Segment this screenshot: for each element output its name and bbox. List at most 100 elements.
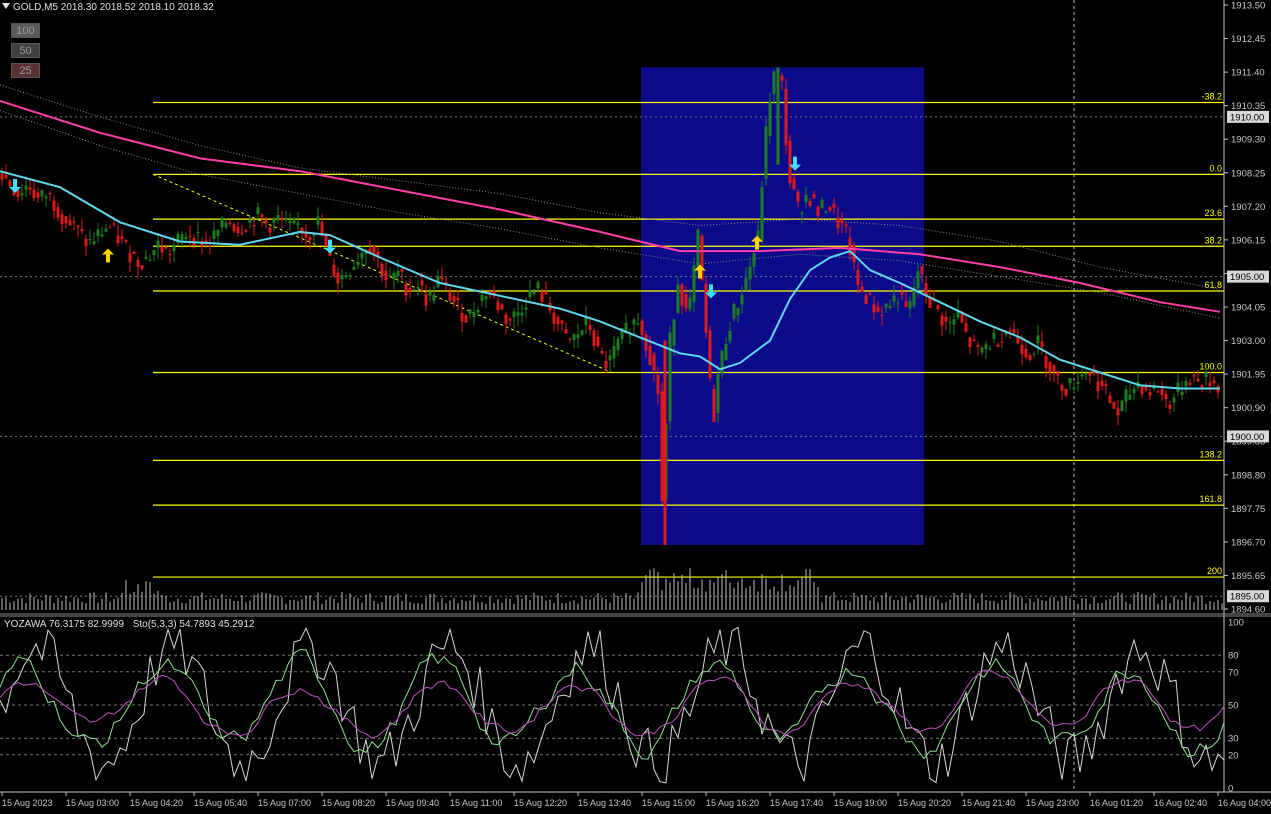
candle-bull — [1080, 374, 1084, 377]
candle-bull — [676, 284, 680, 313]
candle-bear — [128, 253, 132, 263]
candle-bull — [1132, 388, 1136, 394]
candle-bull — [520, 312, 524, 316]
candle-bear — [812, 194, 816, 199]
candle-bull — [716, 374, 720, 414]
candle-bull — [272, 218, 276, 223]
candle-bear — [500, 304, 504, 310]
candle-bear — [228, 223, 232, 225]
candle-bull — [888, 305, 892, 308]
candle-bull — [276, 215, 280, 220]
candle-bear — [868, 292, 872, 295]
candle-bear — [904, 301, 908, 307]
candle-bull — [752, 253, 756, 267]
candle-bull — [908, 300, 912, 309]
candle-bear — [596, 336, 600, 347]
candle-bull — [212, 230, 216, 239]
candle-bull — [100, 234, 104, 237]
candle-bull — [1172, 397, 1176, 403]
price-marker-label: 1910.00 — [1230, 112, 1264, 123]
candle-bear — [604, 360, 608, 369]
candle-bull — [1124, 389, 1128, 402]
candle-bear — [508, 318, 512, 321]
time-tick-label: 15 Aug 07:00 — [258, 798, 311, 808]
candle-bull — [340, 274, 344, 280]
candle-bull — [20, 193, 24, 196]
candle-bear — [448, 292, 452, 301]
candle-bull — [1128, 394, 1132, 400]
candle-bull — [104, 228, 108, 232]
candle-bear — [260, 214, 264, 218]
price-marker-label: 1905.00 — [1230, 272, 1264, 283]
candle-bear — [8, 180, 12, 187]
candle-bear — [208, 245, 212, 247]
candle-bear — [240, 232, 244, 234]
candle-bull — [428, 292, 432, 296]
price-tick-label: 1897.75 — [1231, 504, 1265, 515]
price-tick-label: 1911.40 — [1231, 68, 1265, 79]
oscillator-level-label: 0 — [1228, 784, 1233, 795]
price-marker-label: 1895.00 — [1230, 592, 1264, 603]
candle-bear — [996, 344, 1000, 347]
candle-bull — [432, 294, 436, 301]
price-tick-label: 1910.35 — [1231, 101, 1265, 112]
candle-bull — [1072, 387, 1076, 390]
candle-bear — [1052, 365, 1056, 372]
candle-bull — [172, 245, 176, 251]
candle-bear — [76, 225, 80, 227]
price-tick-label: 1913.50 — [1231, 1, 1265, 12]
arrow-up-icon — [102, 248, 114, 263]
candle-bear — [0, 173, 4, 180]
candle-bull — [284, 218, 288, 220]
candle-bear — [1140, 386, 1144, 395]
candle-bear — [792, 178, 796, 190]
oscillator-level-label: 50 — [1228, 701, 1239, 712]
candle-bear — [420, 280, 424, 286]
candle-bull — [800, 212, 804, 215]
candle-bull — [1036, 335, 1040, 344]
oscillator-level-label: 100 — [1228, 618, 1244, 629]
candle-bull — [820, 199, 824, 209]
candle-bear — [80, 229, 84, 232]
candle-bear — [1196, 379, 1200, 382]
candle-bear — [332, 264, 336, 277]
price-tick-label: 1909.30 — [1231, 135, 1265, 146]
candle-bull — [1076, 381, 1080, 384]
time-tick-label: 15 Aug 23:00 — [1026, 798, 1079, 808]
candle-bear — [856, 270, 860, 286]
time-tick-label: 15 Aug 08:20 — [322, 798, 375, 808]
candle-bear — [112, 223, 116, 225]
candle-bear — [644, 334, 648, 351]
candle-bull — [724, 343, 728, 360]
candle-bear — [4, 174, 8, 179]
candle-bear — [1156, 391, 1160, 393]
candle-bear — [684, 294, 688, 309]
candle-bear — [108, 227, 112, 229]
candle-bull — [480, 294, 484, 302]
candle-bull — [468, 309, 472, 314]
candle-bull — [356, 262, 360, 266]
candle-bull — [1176, 382, 1180, 393]
candle-bear — [780, 75, 784, 81]
candle-bull — [772, 71, 776, 95]
candle-bear — [936, 305, 940, 310]
candle-bear — [380, 263, 384, 276]
candle-bull — [472, 312, 476, 317]
candle-bull — [312, 234, 316, 237]
time-tick-label: 15 Aug 17:40 — [770, 798, 823, 808]
oscillator-level-label: 30 — [1228, 734, 1239, 745]
price-chart[interactable]: -38.20.023.638.261.8100.0138.2161.820019… — [0, 0, 1271, 814]
candle-bull — [476, 309, 480, 313]
candle-bull — [1068, 378, 1072, 384]
candle-bear — [116, 235, 120, 244]
candle-bear — [568, 338, 572, 340]
candle-bear — [464, 315, 468, 323]
candle-bear — [552, 312, 556, 324]
candle-bear — [136, 259, 140, 267]
candle-bear — [828, 206, 832, 211]
candle-bull — [184, 236, 188, 240]
candle-bear — [704, 283, 708, 333]
candle-bear — [496, 301, 500, 311]
price-marker-label: 1900.00 — [1230, 432, 1264, 443]
candle-bull — [608, 355, 612, 361]
